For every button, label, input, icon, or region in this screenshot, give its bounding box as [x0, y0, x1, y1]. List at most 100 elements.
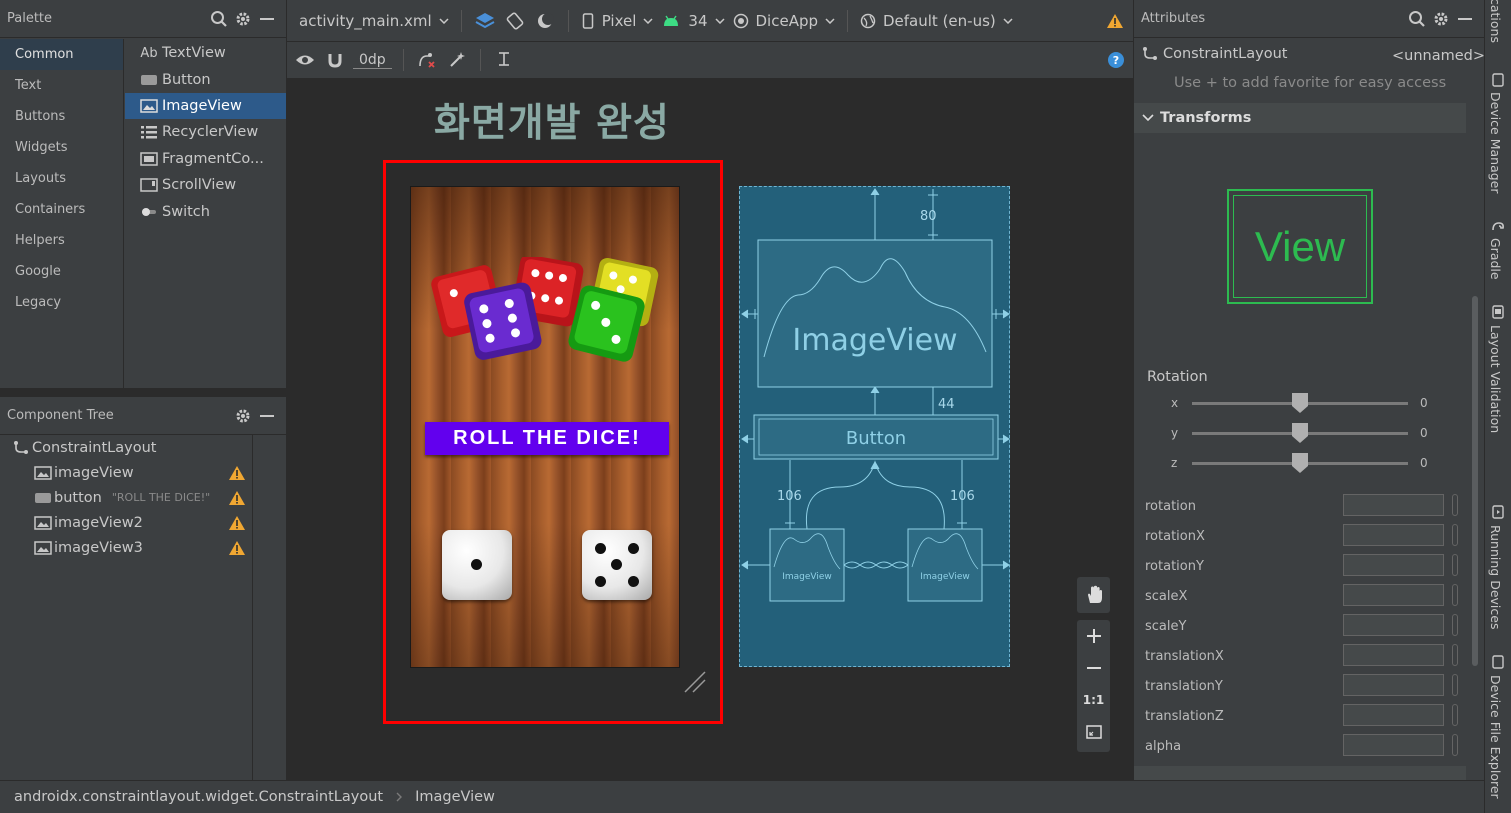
palette-category[interactable]: Widgets — [0, 132, 123, 163]
theme-selector[interactable]: DiceApp — [756, 12, 819, 30]
help-icon[interactable]: ? — [1104, 48, 1128, 72]
dice-cluster-image[interactable] — [427, 257, 667, 372]
scale-x-input[interactable] — [1343, 584, 1444, 606]
side-tab-running-devices[interactable]: Running Devices — [1488, 525, 1503, 629]
resource-picker-button[interactable] — [1452, 734, 1458, 756]
scale-y-input[interactable] — [1343, 614, 1444, 636]
side-tab-gradle[interactable]: Gradle — [1488, 238, 1503, 280]
resource-picker-button[interactable] — [1452, 584, 1458, 606]
side-tab-device-file-explorer[interactable]: Device File Explorer — [1488, 675, 1503, 799]
slider-thumb[interactable] — [1291, 422, 1309, 444]
magnet-icon[interactable] — [323, 48, 347, 72]
tree-node-imageview2[interactable]: imageView2 — [0, 510, 286, 535]
minimize-icon[interactable] — [1453, 7, 1477, 31]
palette-category[interactable]: Common — [0, 39, 123, 70]
align-icon[interactable] — [492, 48, 516, 72]
palette-item-scrollview[interactable]: ScrollView — [125, 172, 286, 198]
zoom-out-button[interactable] — [1077, 652, 1110, 684]
api-selector[interactable]: 34 — [688, 12, 707, 30]
palette-category[interactable]: Containers — [0, 194, 123, 225]
side-tab-device-manager[interactable]: Device Manager — [1488, 92, 1503, 194]
phone-preview[interactable]: ROLL THE DICE! — [410, 186, 680, 668]
slider-thumb[interactable] — [1291, 392, 1309, 414]
palette-category[interactable]: Text — [0, 70, 123, 101]
translation-y-input[interactable] — [1343, 674, 1444, 696]
palette-item-button[interactable]: Button — [125, 66, 286, 92]
tree-root[interactable]: ConstraintLayout — [0, 435, 286, 460]
tree-node-imageview[interactable]: imageView — [0, 460, 286, 485]
palette-item-switch[interactable]: Switch — [125, 198, 286, 224]
zoom-actual-button[interactable]: 1:1 — [1077, 684, 1110, 716]
selected-component: ConstraintLayout — [1142, 46, 1287, 62]
warning-icon[interactable] — [228, 490, 246, 506]
attributes-panel: Attributes ConstraintLayout <unnamed> Us… — [1134, 0, 1485, 780]
device-selector[interactable]: Pixel — [602, 12, 637, 30]
search-icon[interactable] — [207, 7, 231, 31]
warning-icon[interactable] — [228, 465, 246, 481]
image-icon — [137, 99, 161, 113]
minimize-icon[interactable] — [255, 404, 279, 428]
warning-icon[interactable] — [228, 515, 246, 531]
dice-one-image[interactable] — [442, 530, 512, 600]
status-bar: androidx.constraintlayout.widget.Constra… — [0, 780, 1484, 813]
attributes-scrollbar[interactable] — [1472, 296, 1478, 666]
resize-handle-icon[interactable] — [683, 670, 707, 694]
eye-icon[interactable] — [293, 48, 317, 72]
rotation-y-row: y 0 — [1134, 422, 1464, 445]
resource-picker-button[interactable] — [1452, 644, 1458, 666]
alpha-input[interactable] — [1343, 734, 1444, 756]
translation-x-input[interactable] — [1343, 644, 1444, 666]
rotation-y-input[interactable] — [1343, 554, 1444, 576]
night-mode-icon[interactable] — [533, 9, 557, 33]
gear-icon[interactable] — [1429, 7, 1453, 31]
pan-button[interactable] — [1077, 577, 1110, 613]
resource-picker-button[interactable] — [1452, 614, 1458, 636]
palette-category[interactable]: Helpers — [0, 225, 123, 256]
resource-picker-button[interactable] — [1452, 554, 1458, 576]
palette-category[interactable]: Layouts — [0, 163, 123, 194]
layers-icon[interactable] — [473, 9, 497, 33]
search-icon[interactable] — [1405, 7, 1429, 31]
clear-constraints-icon[interactable] — [415, 48, 439, 72]
tree-node-button[interactable]: button "ROLL THE DICE!" — [0, 485, 286, 510]
palette-item-fragment[interactable]: FragmentCo... — [125, 146, 286, 172]
resource-picker-button[interactable] — [1452, 494, 1458, 516]
magic-wand-icon[interactable] — [445, 48, 469, 72]
component-id[interactable]: <unnamed> — [1392, 48, 1485, 64]
blueprint-preview[interactable]: 80 ImageView 44 Button 106 106 ImageView… — [739, 186, 1010, 667]
next-section — [1134, 766, 1466, 780]
slider-thumb[interactable] — [1291, 452, 1309, 474]
dice-five-image[interactable] — [582, 530, 652, 600]
rotation-input[interactable] — [1343, 494, 1444, 516]
gear-icon[interactable] — [231, 404, 255, 428]
breadcrumb-layout[interactable]: androidx.constraintlayout.widget.Constra… — [14, 789, 383, 805]
roll-dice-button[interactable]: ROLL THE DICE! — [425, 422, 669, 455]
locale-selector[interactable]: Default (en-us) — [883, 12, 996, 30]
file-selector[interactable]: activity_main.xml — [299, 12, 432, 30]
minimize-icon[interactable] — [255, 7, 279, 31]
rotation-x-input[interactable] — [1343, 524, 1444, 546]
palette-category[interactable]: Google — [0, 256, 123, 287]
resource-picker-button[interactable] — [1452, 674, 1458, 696]
palette-category[interactable]: Legacy — [0, 287, 123, 318]
warning-icon[interactable] — [1103, 9, 1127, 33]
orientation-icon[interactable] — [503, 9, 527, 33]
default-margin[interactable]: 0dp — [353, 52, 392, 69]
zoom-in-button[interactable] — [1077, 620, 1110, 652]
resource-picker-button[interactable] — [1452, 704, 1458, 726]
resource-picker-button[interactable] — [1452, 524, 1458, 546]
palette-item-imageview[interactable]: ImageView — [125, 92, 286, 120]
palette-category[interactable]: Buttons — [0, 101, 123, 132]
side-tab-notifications[interactable]: cations — [1488, 0, 1503, 43]
zoom-fit-button[interactable] — [1077, 716, 1110, 748]
warning-icon[interactable] — [228, 540, 246, 556]
side-tab-layout-validation[interactable]: Layout Validation — [1488, 325, 1503, 433]
transforms-section[interactable]: Transforms — [1134, 103, 1466, 133]
tree-node-imageview3[interactable]: imageView3 — [0, 535, 286, 560]
gear-icon[interactable] — [231, 7, 255, 31]
translation-z-input[interactable] — [1343, 704, 1444, 726]
breadcrumb-imageview[interactable]: ImageView — [415, 789, 495, 805]
palette-item-textview[interactable]: Ab TextView — [125, 40, 286, 66]
palette-item-recyclerview[interactable]: RecyclerView — [125, 119, 286, 145]
design-canvas[interactable]: 화면개발 완성 ROLL THE DICE! 80 ImageView 44 B… — [287, 78, 1133, 780]
